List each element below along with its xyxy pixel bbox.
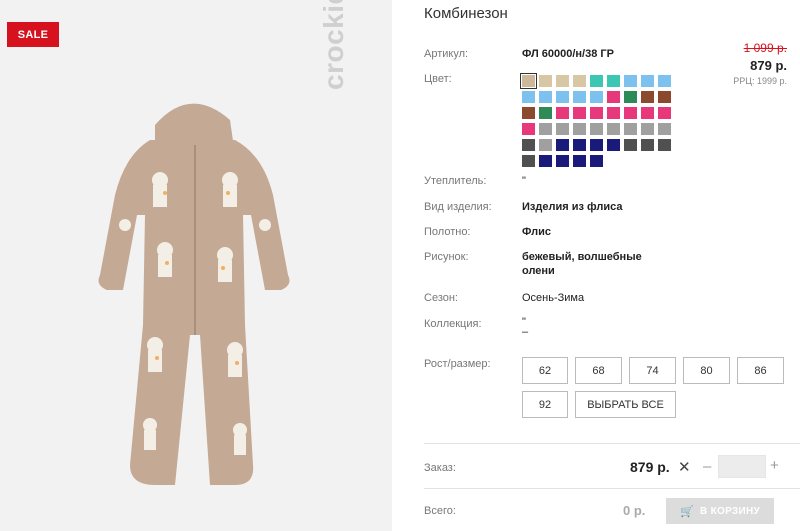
color-swatch[interactable] — [624, 75, 637, 87]
color-swatch[interactable] — [539, 155, 552, 167]
decrease-quantity-button[interactable]: – — [703, 458, 711, 475]
increase-quantity-button[interactable]: + — [770, 457, 779, 474]
color-swatch[interactable] — [658, 91, 671, 103]
size-label: Рост/размер: — [424, 358, 491, 370]
color-swatch[interactable] — [573, 75, 586, 87]
color-swatch[interactable] — [539, 107, 552, 119]
color-swatch[interactable] — [607, 75, 620, 87]
color-swatch[interactable] — [522, 139, 535, 151]
color-swatch[interactable] — [522, 155, 535, 167]
add-to-cart-label: В КОРЗИНУ — [699, 505, 760, 517]
divider — [424, 443, 800, 444]
add-to-cart-button[interactable]: 🛒 В КОРЗИНУ — [666, 498, 774, 524]
quantity-input[interactable] — [718, 455, 766, 478]
order-label: Заказ: — [424, 462, 456, 474]
collection-label: Коллекция: — [424, 318, 482, 330]
pattern-value-line1: бежевый, волшебные — [522, 251, 642, 263]
color-swatch[interactable] — [573, 107, 586, 119]
color-swatch[interactable] — [641, 75, 654, 87]
product-title: Комбинезон — [424, 5, 508, 22]
color-swatch[interactable] — [573, 139, 586, 151]
size-option-62[interactable]: 62 — [522, 357, 568, 384]
color-swatch[interactable] — [624, 123, 637, 135]
size-option-80[interactable]: 80 — [683, 357, 730, 384]
collection-value-line2: – — [522, 326, 529, 338]
color-swatch[interactable] — [590, 155, 603, 167]
article-value: ФЛ 60000/н/38 ГР — [522, 48, 614, 60]
color-swatch[interactable] — [590, 91, 603, 103]
color-swatch[interactable] — [658, 75, 671, 87]
color-swatch[interactable] — [624, 91, 637, 103]
color-swatch[interactable] — [573, 155, 586, 167]
color-swatch[interactable] — [641, 139, 654, 151]
color-swatch[interactable] — [624, 139, 637, 151]
color-swatch[interactable] — [641, 107, 654, 119]
color-label: Цвет: — [424, 73, 452, 85]
color-swatches — [520, 73, 672, 167]
type-value: Изделия из флиса — [522, 201, 623, 213]
color-swatch[interactable] — [556, 139, 569, 151]
total-label: Всего: — [424, 505, 456, 517]
insulation-label: Утеплитель: — [424, 175, 487, 187]
color-swatch[interactable] — [641, 91, 654, 103]
color-swatch[interactable] — [522, 107, 535, 119]
color-swatch[interactable] — [658, 123, 671, 135]
color-swatch[interactable] — [624, 107, 637, 119]
color-swatch[interactable] — [607, 139, 620, 151]
total-price: 0 р. — [623, 503, 646, 518]
article-label: Артикул: — [424, 48, 469, 60]
color-swatch[interactable] — [556, 155, 569, 167]
color-swatch[interactable] — [522, 91, 535, 103]
color-swatch[interactable] — [590, 123, 603, 135]
season-label: Сезон: — [424, 292, 458, 304]
color-swatch[interactable] — [520, 73, 537, 89]
fabric-value: Флис — [522, 226, 551, 238]
season-value: Осень-Зима — [522, 292, 585, 304]
size-option-86[interactable]: 86 — [737, 357, 784, 384]
size-option-74[interactable]: 74 — [629, 357, 676, 384]
divider — [424, 488, 800, 489]
cart-icon: 🛒 — [679, 505, 694, 518]
color-swatch[interactable] — [556, 75, 569, 87]
fabric-label: Полотно: — [424, 226, 471, 238]
select-all-sizes-button[interactable]: ВЫБРАТЬ ВСЕ — [575, 391, 676, 418]
color-swatch[interactable] — [539, 123, 552, 135]
times-icon: ✕ — [678, 459, 691, 476]
color-swatch[interactable] — [607, 123, 620, 135]
garment-image — [98, 103, 290, 485]
color-swatch[interactable] — [522, 123, 535, 135]
color-swatch[interactable] — [539, 91, 552, 103]
color-swatch[interactable] — [556, 123, 569, 135]
color-swatch[interactable] — [539, 75, 552, 87]
type-label: Вид изделия: — [424, 201, 492, 213]
color-swatch[interactable] — [658, 139, 671, 151]
recommended-price: РРЦ: 1999 р. — [733, 76, 787, 86]
product-photo[interactable]: SALE crockid — [0, 0, 392, 531]
brand-logo: crockid — [318, 0, 349, 90]
color-swatch[interactable] — [590, 107, 603, 119]
color-swatch[interactable] — [556, 107, 569, 119]
color-swatch[interactable] — [641, 123, 654, 135]
color-swatch[interactable] — [607, 107, 620, 119]
color-swatch[interactable] — [573, 91, 586, 103]
insulation-value: " — [522, 175, 526, 187]
color-swatch[interactable] — [590, 75, 603, 87]
color-swatch[interactable] — [556, 91, 569, 103]
color-swatch[interactable] — [590, 139, 603, 151]
size-option-68[interactable]: 68 — [575, 357, 622, 384]
color-swatch[interactable] — [607, 91, 620, 103]
color-swatch[interactable] — [658, 107, 671, 119]
sale-badge: SALE — [7, 22, 59, 47]
color-swatch[interactable] — [539, 139, 552, 151]
color-swatch[interactable] — [573, 123, 586, 135]
size-option-92[interactable]: 92 — [522, 391, 568, 418]
pattern-value-line2: олени — [522, 265, 555, 277]
pattern-label: Рисунок: — [424, 251, 469, 263]
old-price: 1 099 р. — [743, 41, 787, 55]
order-price: 879 р. — [630, 459, 670, 475]
current-price: 879 р. — [750, 58, 787, 73]
